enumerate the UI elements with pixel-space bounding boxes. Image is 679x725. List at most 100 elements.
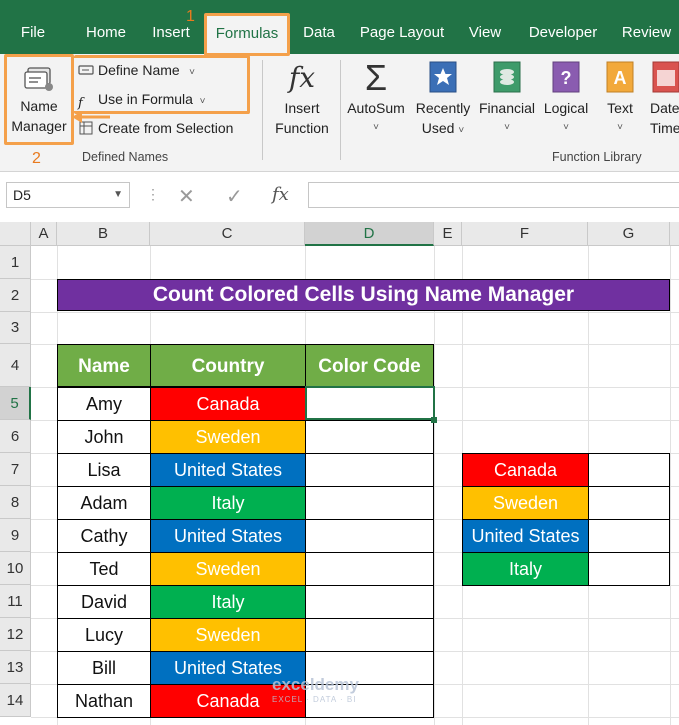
legend-count[interactable] (588, 453, 670, 487)
column-header-f[interactable]: F (462, 222, 588, 246)
row-header-1[interactable]: 1 (0, 246, 31, 279)
column-header-b[interactable]: B (57, 222, 150, 246)
row-header-7[interactable]: 7 (0, 453, 31, 486)
row-header-2[interactable]: 2 (0, 279, 31, 312)
row-header-11[interactable]: 11 (0, 585, 31, 618)
annotation-arrow-icon (72, 111, 110, 123)
tab-page-layout[interactable]: Page Layout (352, 10, 452, 54)
tab-developer[interactable]: Developer (518, 10, 608, 54)
cell-name[interactable]: Amy (57, 387, 151, 421)
define-name-button[interactable]: Define Name ˅ (78, 59, 195, 81)
row-header-5[interactable]: 5 (0, 387, 31, 420)
cell-color-code[interactable] (305, 420, 434, 454)
cell-country[interactable]: Italy (150, 585, 306, 619)
column-header-g[interactable]: G (588, 222, 670, 246)
logical-button[interactable]: ? Logical ˅ (538, 58, 594, 138)
tab-file[interactable]: File (8, 10, 58, 54)
ribbon-tabs: File Home Insert Formulas Data Page Layo… (0, 10, 679, 54)
cell-country[interactable]: United States (150, 453, 306, 487)
name-box[interactable]: D5 ▼ (6, 182, 130, 208)
cell-color-code[interactable] (305, 585, 434, 619)
cell-country[interactable]: Sweden (150, 552, 306, 586)
cell-color-code[interactable] (305, 453, 434, 487)
sigma-icon: Σ (364, 57, 388, 98)
column-header-e[interactable]: E (434, 222, 462, 246)
cell-name[interactable]: Adam (57, 486, 151, 520)
calendar-book-icon (652, 61, 679, 93)
use-in-formula-button[interactable]: f Use in Formula ˅ (78, 88, 205, 111)
insert-function-fx-icon[interactable]: fx (272, 184, 289, 205)
row-header-10[interactable]: 10 (0, 552, 31, 585)
tab-view[interactable]: View (460, 10, 510, 54)
cell-name[interactable]: David (57, 585, 151, 619)
insert-function-button[interactable]: fx Insert Function (268, 58, 336, 138)
autosum-button[interactable]: Σ AutoSum ˅ (344, 58, 408, 138)
column-header-c[interactable]: C (150, 222, 305, 246)
cell-color-code[interactable] (305, 618, 434, 652)
cell-country[interactable]: United States (150, 519, 306, 553)
name-manager-button[interactable]: Name Manager (4, 58, 74, 146)
legend-country[interactable]: Canada (462, 453, 589, 487)
cell-name[interactable]: John (57, 420, 151, 454)
date-time-label-2: Time (650, 120, 679, 136)
active-cell-d5[interactable] (305, 386, 435, 420)
row-header-9[interactable]: 9 (0, 519, 31, 552)
text-button[interactable]: A Text ˅ (596, 58, 644, 138)
row-header-14[interactable]: 14 (0, 684, 31, 717)
chevron-down-icon: ˅ (373, 122, 379, 133)
recently-used-button[interactable]: Recently Used ˅ (410, 58, 476, 141)
cell-country[interactable]: Sweden (150, 618, 306, 652)
legend-count[interactable] (588, 552, 670, 586)
header-color-code[interactable]: Color Code (305, 344, 434, 387)
cell-country[interactable]: Italy (150, 486, 306, 520)
row-header-4[interactable]: 4 (0, 344, 31, 387)
tab-home[interactable]: Home (76, 10, 136, 54)
cell-name[interactable]: Bill (57, 651, 151, 685)
tab-review[interactable]: Review (614, 10, 679, 54)
column-header-d[interactable]: D (305, 222, 434, 246)
annotation-step-2: 2 (32, 150, 41, 167)
row-header-12[interactable]: 12 (0, 618, 31, 651)
insert-function-label-1: Insert (284, 100, 320, 116)
fill-handle[interactable] (431, 417, 437, 423)
tab-data[interactable]: Data (294, 10, 344, 54)
legend-country[interactable]: Italy (462, 552, 589, 586)
cell-country[interactable]: Canada (150, 387, 306, 421)
text-book-icon: A (606, 61, 634, 93)
enter-check-icon[interactable]: ✓ (226, 184, 243, 209)
cell-color-code[interactable] (305, 519, 434, 553)
cancel-icon[interactable]: ✕ (178, 184, 195, 209)
chevron-down-icon: ˅ (617, 122, 623, 133)
cell-name[interactable]: Nathan (57, 684, 151, 718)
recently-used-label-1: Recently (415, 100, 471, 116)
legend-country[interactable]: United States (462, 519, 589, 553)
row-header-6[interactable]: 6 (0, 420, 31, 453)
cell-name[interactable]: Lisa (57, 453, 151, 487)
name-manager-icon (24, 67, 53, 91)
financial-button[interactable]: Financial ˅ (476, 58, 538, 138)
legend-count[interactable] (588, 519, 670, 553)
cell-name[interactable]: Cathy (57, 519, 151, 553)
row-header-8[interactable]: 8 (0, 486, 31, 519)
cell-color-code[interactable] (305, 486, 434, 520)
formula-input[interactable] (308, 182, 679, 208)
header-country[interactable]: Country (150, 344, 306, 387)
legend-country[interactable]: Sweden (462, 486, 589, 520)
cell-color-code[interactable] (305, 552, 434, 586)
row-header-13[interactable]: 13 (0, 651, 31, 684)
cell-name[interactable]: Lucy (57, 618, 151, 652)
tab-formulas[interactable]: Formulas (206, 14, 288, 54)
row-header-3[interactable]: 3 (0, 312, 31, 344)
header-name[interactable]: Name (57, 344, 151, 387)
define-name-label: Define Name (98, 62, 180, 78)
column-header-h-partial[interactable] (670, 222, 679, 246)
cell-country[interactable]: Sweden (150, 420, 306, 454)
use-in-formula-label: Use in Formula (98, 91, 193, 107)
select-all-corner[interactable] (0, 222, 31, 246)
legend-count[interactable] (588, 486, 670, 520)
column-header-a[interactable]: A (31, 222, 57, 246)
date-time-button[interactable]: Date Time (648, 58, 679, 138)
sheet-title[interactable]: Count Colored Cells Using Name Manager (57, 279, 670, 311)
date-time-label-1: Date (650, 100, 679, 116)
cell-name[interactable]: Ted (57, 552, 151, 586)
